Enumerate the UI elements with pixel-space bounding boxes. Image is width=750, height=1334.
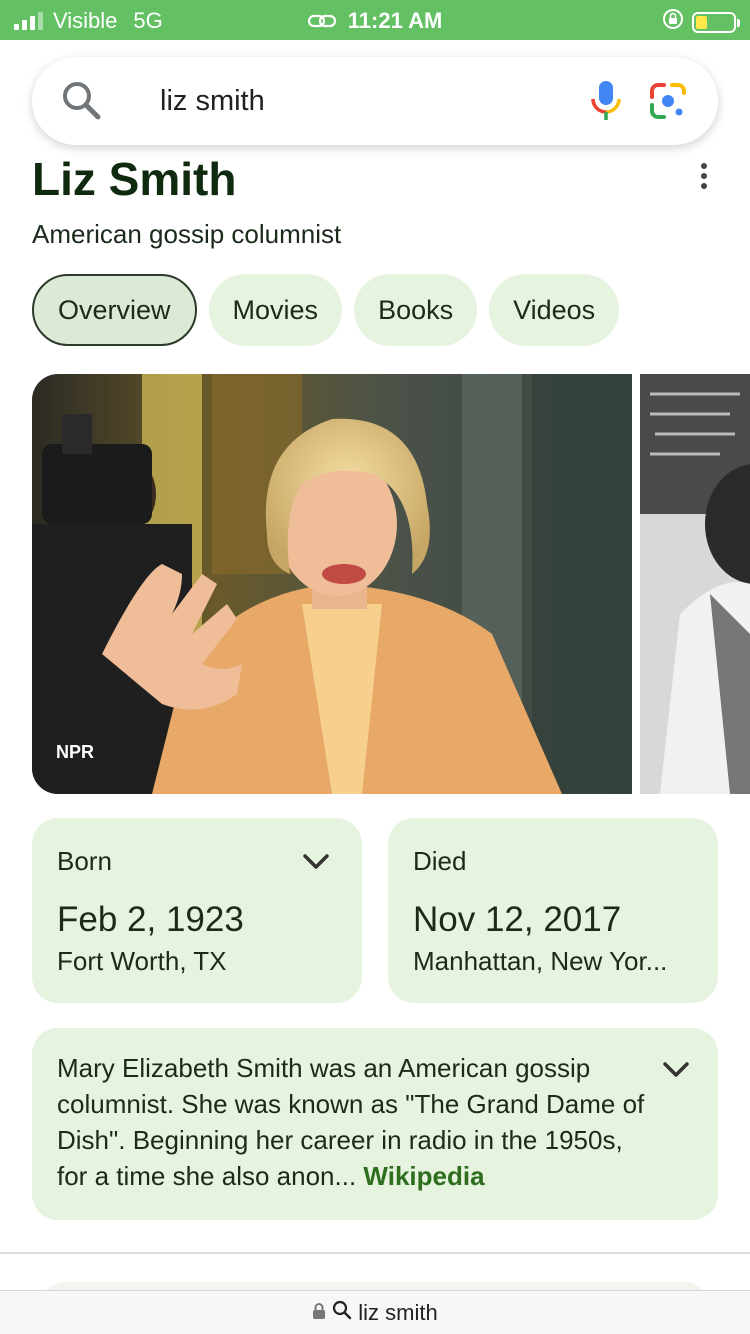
description-card[interactable]: Mary Elizabeth Smith was an American gos… bbox=[32, 1028, 718, 1220]
born-place: Fort Worth, TX bbox=[57, 946, 227, 976]
url-text[interactable]: liz smith bbox=[358, 1300, 437, 1326]
tab-videos[interactable]: Videos bbox=[489, 274, 620, 346]
born-label: Born bbox=[57, 846, 112, 876]
search-bar[interactable]: liz smith bbox=[32, 57, 718, 145]
microphone-icon[interactable] bbox=[588, 79, 624, 128]
tab-books[interactable]: Books bbox=[354, 274, 478, 346]
tab-movies[interactable]: Movies bbox=[208, 274, 343, 346]
died-label: Died bbox=[413, 846, 467, 876]
search-input[interactable]: liz smith bbox=[160, 85, 265, 118]
born-card[interactable]: Born Feb 2, 1923 Fort Worth, TX bbox=[32, 818, 362, 1003]
search-icon bbox=[332, 1300, 352, 1326]
battery-icon bbox=[692, 11, 740, 33]
status-time: 11:21 AM bbox=[347, 8, 443, 33]
wikipedia-link[interactable]: Wikipedia bbox=[363, 1161, 484, 1191]
status-right bbox=[662, 8, 740, 36]
chevron-down-icon[interactable] bbox=[302, 852, 330, 877]
rotation-lock-icon bbox=[662, 8, 684, 36]
divider bbox=[0, 1252, 750, 1254]
subtitle: American gossip columnist bbox=[32, 219, 342, 249]
died-date: Nov 12, 2017 bbox=[413, 900, 622, 939]
more-options-icon[interactable] bbox=[696, 163, 712, 193]
secondary-photo[interactable] bbox=[640, 374, 750, 794]
born-date: Feb 2, 1923 bbox=[57, 900, 244, 939]
google-lens-icon[interactable] bbox=[648, 81, 688, 126]
link-icon bbox=[307, 9, 336, 35]
search-icon[interactable] bbox=[60, 79, 104, 128]
lock-icon bbox=[312, 1300, 326, 1326]
chevron-down-icon[interactable] bbox=[662, 1060, 690, 1085]
page-title: Liz Smith bbox=[32, 153, 237, 200]
image-source-label: NPR bbox=[56, 742, 95, 762]
died-card[interactable]: Died Nov 12, 2017 Manhattan, New Yor... bbox=[388, 818, 718, 1003]
url-bar[interactable]: liz smith bbox=[0, 1290, 750, 1334]
description-body: Mary Elizabeth Smith was an American gos… bbox=[57, 1053, 645, 1191]
status-time-wrap: 11:21 AM bbox=[0, 8, 750, 35]
tab-chips: Overview Movies Books Videos bbox=[32, 274, 620, 346]
status-bar: Visible 5G 11:21 AM bbox=[0, 0, 750, 40]
main-photo[interactable]: NPR bbox=[32, 374, 632, 794]
tab-overview[interactable]: Overview bbox=[32, 274, 197, 346]
description-text: Mary Elizabeth Smith was an American gos… bbox=[57, 1050, 647, 1194]
died-place: Manhattan, New Yor... bbox=[413, 946, 668, 976]
